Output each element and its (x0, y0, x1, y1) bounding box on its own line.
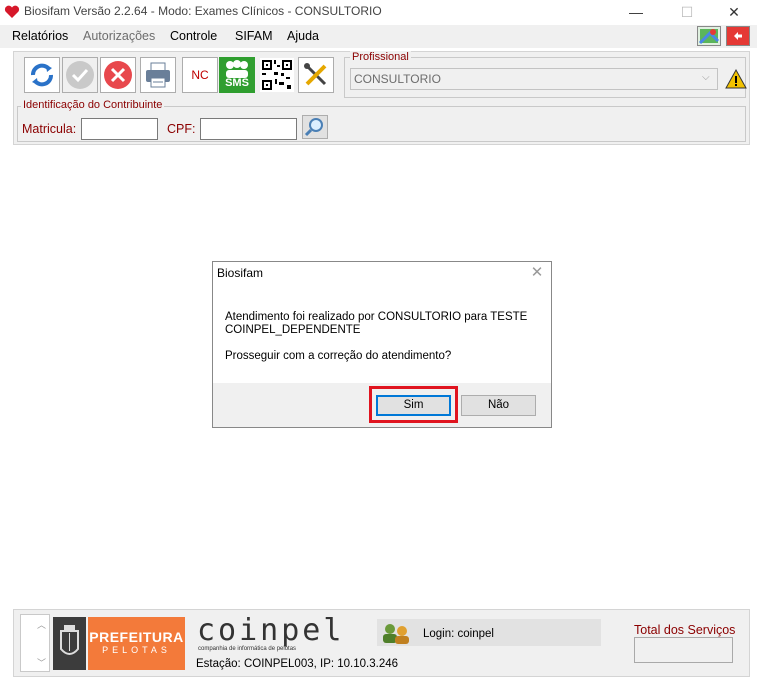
station-info: Estação: COINPEL003, IP: 10.10.3.246 (196, 658, 399, 670)
login-text: Login: coinpel (423, 628, 494, 640)
sms-label: SMS (225, 77, 249, 89)
refresh-icon (31, 63, 53, 87)
search-button[interactable] (302, 115, 328, 139)
dialog-question: Prosseguir com a correção do atendimento… (225, 350, 452, 362)
users-icon (226, 60, 248, 78)
check-icon (66, 61, 94, 89)
matricula-label: Matricula: (22, 122, 77, 136)
coinpel-logo: coinpel (197, 613, 345, 648)
matricula-input[interactable] (81, 118, 158, 140)
scroll-down-icon[interactable]: ﹀ (37, 656, 46, 669)
scroll-up-icon[interactable]: ︿ (37, 618, 46, 631)
nc-label: NC (191, 68, 209, 82)
total-value (634, 637, 733, 663)
qrcode-button[interactable] (259, 57, 295, 93)
window-title: Biosifam Versão 2.2.64 - Modo: Exames Cl… (24, 4, 382, 18)
highlight-box (369, 386, 458, 423)
dialog-title: Biosifam (217, 266, 264, 280)
confirm-button[interactable] (62, 57, 98, 93)
coinpel-tagline: companhia de informática de pelotas (198, 646, 297, 652)
sms-button[interactable]: SMS (219, 57, 255, 93)
users-icon (380, 621, 414, 645)
prefeitura-logo: PREFEITURA PELOTAS (88, 617, 185, 670)
qrcode-icon (260, 58, 294, 92)
contribuinte-legend: Identificação do Contribuinte (21, 99, 165, 111)
no-button[interactable]: Não (461, 395, 536, 416)
cpf-input[interactable] (200, 118, 297, 140)
dialog-message-line2: COINPEL_DEPENDENTE (225, 324, 361, 336)
maximize-button[interactable]: ☐ (670, 2, 704, 22)
nc-button[interactable]: NC (182, 57, 218, 93)
warning-icon[interactable] (724, 68, 748, 90)
cancel-icon (104, 61, 132, 89)
prefeitura-line1: PREFEITURA (89, 629, 184, 645)
map-icon[interactable] (697, 26, 721, 46)
dialog-message: Atendimento foi realizado por CONSULTORI… (225, 311, 535, 363)
printer-icon (146, 62, 170, 88)
tools-icon (304, 63, 327, 86)
close-window-button[interactable]: ✕ (717, 2, 751, 22)
menu-controle[interactable]: Controle (170, 29, 217, 43)
city-crest-icon (53, 617, 86, 670)
prefeitura-line2: PELOTAS (102, 645, 171, 655)
cancel-button[interactable] (100, 57, 136, 93)
menu-autorizacoes[interactable]: Autorizações (83, 29, 155, 43)
menu-sifam[interactable]: SIFAM (235, 29, 273, 43)
menu-ajuda[interactable]: Ajuda (287, 29, 319, 43)
tools-button[interactable] (298, 57, 334, 93)
dialog-close-button[interactable]: ✕ (528, 264, 546, 282)
cpf-label: CPF: (167, 122, 196, 136)
search-icon (304, 118, 323, 137)
refresh-button[interactable] (24, 57, 60, 93)
menu-relatorios[interactable]: Relatórios (12, 29, 68, 43)
print-button[interactable] (140, 57, 176, 93)
profissional-legend: Profissional (350, 51, 411, 63)
total-label: Total dos Serviços (634, 623, 736, 637)
dialog-message-line1: Atendimento foi realizado por CONSULTORI… (225, 311, 528, 323)
chevron-down-icon[interactable]: ⌵ (702, 72, 710, 83)
profissional-selected-value: CONSULTORIO (354, 72, 441, 86)
exit-icon[interactable] (726, 26, 750, 46)
heart-app-icon (4, 5, 20, 19)
minimize-button[interactable]: — (619, 2, 653, 22)
